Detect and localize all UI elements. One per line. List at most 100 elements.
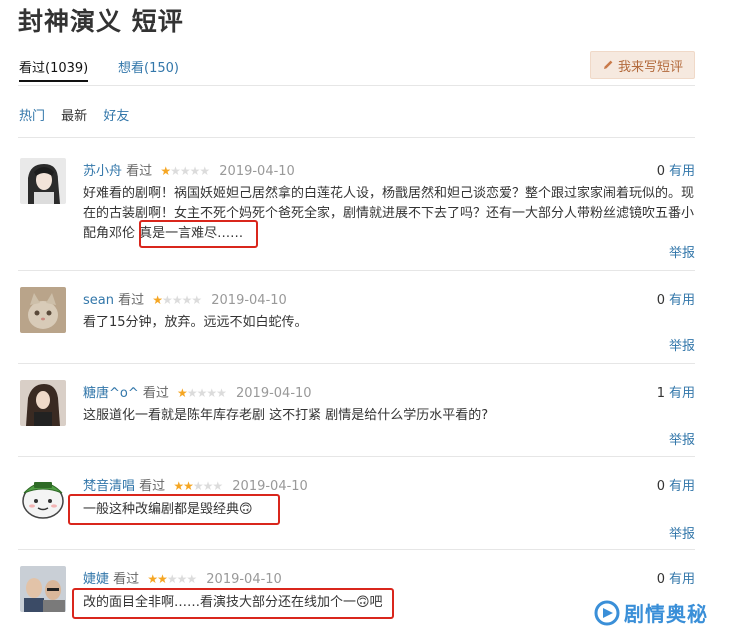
- username-link[interactable]: 婕婕: [83, 572, 109, 587]
- star-empty-icon: ★: [212, 479, 223, 493]
- comment-meta: 苏小舟 看过 ★★★★★ 2019-04-10: [83, 160, 295, 179]
- comment-date: 2019-04-10: [236, 386, 312, 401]
- star-filled-icon: ★: [177, 386, 188, 400]
- avatar[interactable]: [20, 566, 66, 612]
- report-link[interactable]: 举报: [669, 429, 695, 448]
- rating-stars: ★★★★★: [177, 386, 227, 400]
- watch-status: 看过: [139, 479, 166, 494]
- comment-divider: [18, 270, 695, 271]
- useful-count: 0: [656, 572, 665, 587]
- comment-date: 2019-04-10: [211, 293, 287, 308]
- star-filled-icon: ★: [160, 164, 171, 178]
- highlight-box: [139, 220, 258, 248]
- star-empty-icon: ★: [170, 164, 181, 178]
- username-link[interactable]: 糖唐^o^: [83, 386, 139, 401]
- tabs-divider: [18, 85, 695, 86]
- star-empty-icon: ★: [189, 164, 201, 178]
- comment-text: 这服道化一看就是陈年库存老剧 这不打紧 剧情是给什么学历水平看的?: [83, 408, 489, 423]
- useful-vote: 0 有用: [657, 289, 695, 308]
- star-empty-icon: ★: [171, 293, 183, 307]
- star-empty-icon: ★: [179, 164, 191, 178]
- useful-count: 0: [656, 479, 665, 494]
- report-link[interactable]: 举报: [669, 242, 695, 261]
- useful-count: 0: [656, 293, 665, 308]
- useful-vote: 0 有用: [657, 568, 695, 587]
- star-empty-icon: ★: [166, 572, 178, 586]
- report-link[interactable]: 举报: [669, 523, 695, 542]
- star-empty-icon: ★: [162, 293, 173, 307]
- star-empty-icon: ★: [192, 479, 204, 493]
- filter-hot[interactable]: 热门: [19, 109, 45, 124]
- tab-want-label: 想看(150): [118, 61, 179, 76]
- useful-button[interactable]: 有用: [669, 293, 695, 308]
- useful-vote: 0 有用: [657, 475, 695, 494]
- rating-stars: ★★★★★: [173, 479, 223, 493]
- comment-date: 2019-04-10: [232, 479, 308, 494]
- comment-divider: [18, 549, 695, 550]
- watch-status: 看过: [142, 386, 169, 401]
- watch-status: 看过: [126, 164, 153, 179]
- useful-vote: 0 有用: [657, 160, 695, 179]
- report-link[interactable]: 举报: [669, 335, 695, 354]
- star-filled-icon: ★: [147, 572, 158, 586]
- watermark: 剧情奥秘: [594, 598, 708, 627]
- star-empty-icon: ★: [191, 293, 202, 307]
- star-filled-icon: ★: [173, 479, 184, 493]
- comment-meta: 梵音清唱 看过 ★★★★★ 2019-04-10: [83, 475, 308, 494]
- star-filled-icon: ★: [152, 293, 163, 307]
- useful-button[interactable]: 有用: [669, 479, 695, 494]
- useful-button[interactable]: 有用: [669, 386, 695, 401]
- rating-stars: ★★★★★: [152, 293, 202, 307]
- watermark-text: 剧情奥秘: [624, 602, 708, 626]
- tab-watched[interactable]: 看过(1039): [19, 57, 89, 82]
- filter-friends[interactable]: 好友: [103, 109, 129, 124]
- highlight-box: [72, 588, 394, 619]
- comment-meta: sean 看过 ★★★★★ 2019-04-10: [83, 289, 287, 308]
- star-empty-icon: ★: [186, 386, 198, 400]
- comment-date: 2019-04-10: [206, 572, 282, 587]
- avatar[interactable]: [20, 380, 66, 426]
- rating-stars: ★★★★★: [160, 164, 210, 178]
- useful-vote: 1 有用: [657, 382, 695, 401]
- star-filled-icon: ★: [183, 479, 194, 493]
- username-link[interactable]: sean: [83, 293, 114, 308]
- watch-status: 看过: [118, 293, 145, 308]
- star-empty-icon: ★: [216, 386, 227, 400]
- tab-watched-label: 看过(1039): [19, 61, 89, 76]
- comment-text: 看了15分钟，放弃。远远不如白蛇传。: [83, 315, 308, 330]
- tab-active-underline: [19, 80, 89, 82]
- watermark-logo-icon: [594, 600, 620, 625]
- rating-stars: ★★★★★: [147, 572, 197, 586]
- username-link[interactable]: 苏小舟: [83, 164, 122, 179]
- avatar[interactable]: [20, 473, 66, 519]
- tab-want-to-watch[interactable]: 想看(150): [118, 57, 179, 76]
- star-empty-icon: ★: [196, 386, 208, 400]
- watch-status: 看过: [113, 572, 140, 587]
- username-link[interactable]: 梵音清唱: [83, 479, 135, 494]
- useful-button[interactable]: 有用: [669, 164, 695, 179]
- pencil-icon: [603, 60, 613, 69]
- comment-meta: 婕婕 看过 ★★★★★ 2019-04-10: [83, 568, 282, 587]
- comment-date: 2019-04-10: [219, 164, 295, 179]
- sort-filters: 热门 最新 好友: [19, 105, 141, 124]
- useful-count: 0: [656, 164, 665, 179]
- star-empty-icon: ★: [186, 572, 197, 586]
- star-empty-icon: ★: [176, 572, 188, 586]
- write-review-label: 我来写短评: [617, 59, 683, 75]
- star-empty-icon: ★: [206, 386, 217, 400]
- comment-meta: 糖唐^o^ 看过 ★★★★★ 2019-04-10: [83, 382, 312, 401]
- highlight-box: [68, 494, 280, 525]
- useful-button[interactable]: 有用: [669, 572, 695, 587]
- page-title: 封神演义 短评: [18, 7, 184, 36]
- avatar[interactable]: [20, 287, 66, 333]
- write-review-button[interactable]: 我来写短评: [590, 51, 695, 79]
- star-filled-icon: ★: [157, 572, 168, 586]
- star-empty-icon: ★: [199, 164, 210, 178]
- comment-divider: [18, 456, 695, 457]
- avatar[interactable]: [20, 158, 66, 204]
- comment-divider: [18, 363, 695, 364]
- useful-count: 1: [656, 386, 665, 401]
- filter-newest[interactable]: 最新: [61, 109, 87, 124]
- filters-divider: [18, 137, 695, 138]
- star-empty-icon: ★: [181, 293, 193, 307]
